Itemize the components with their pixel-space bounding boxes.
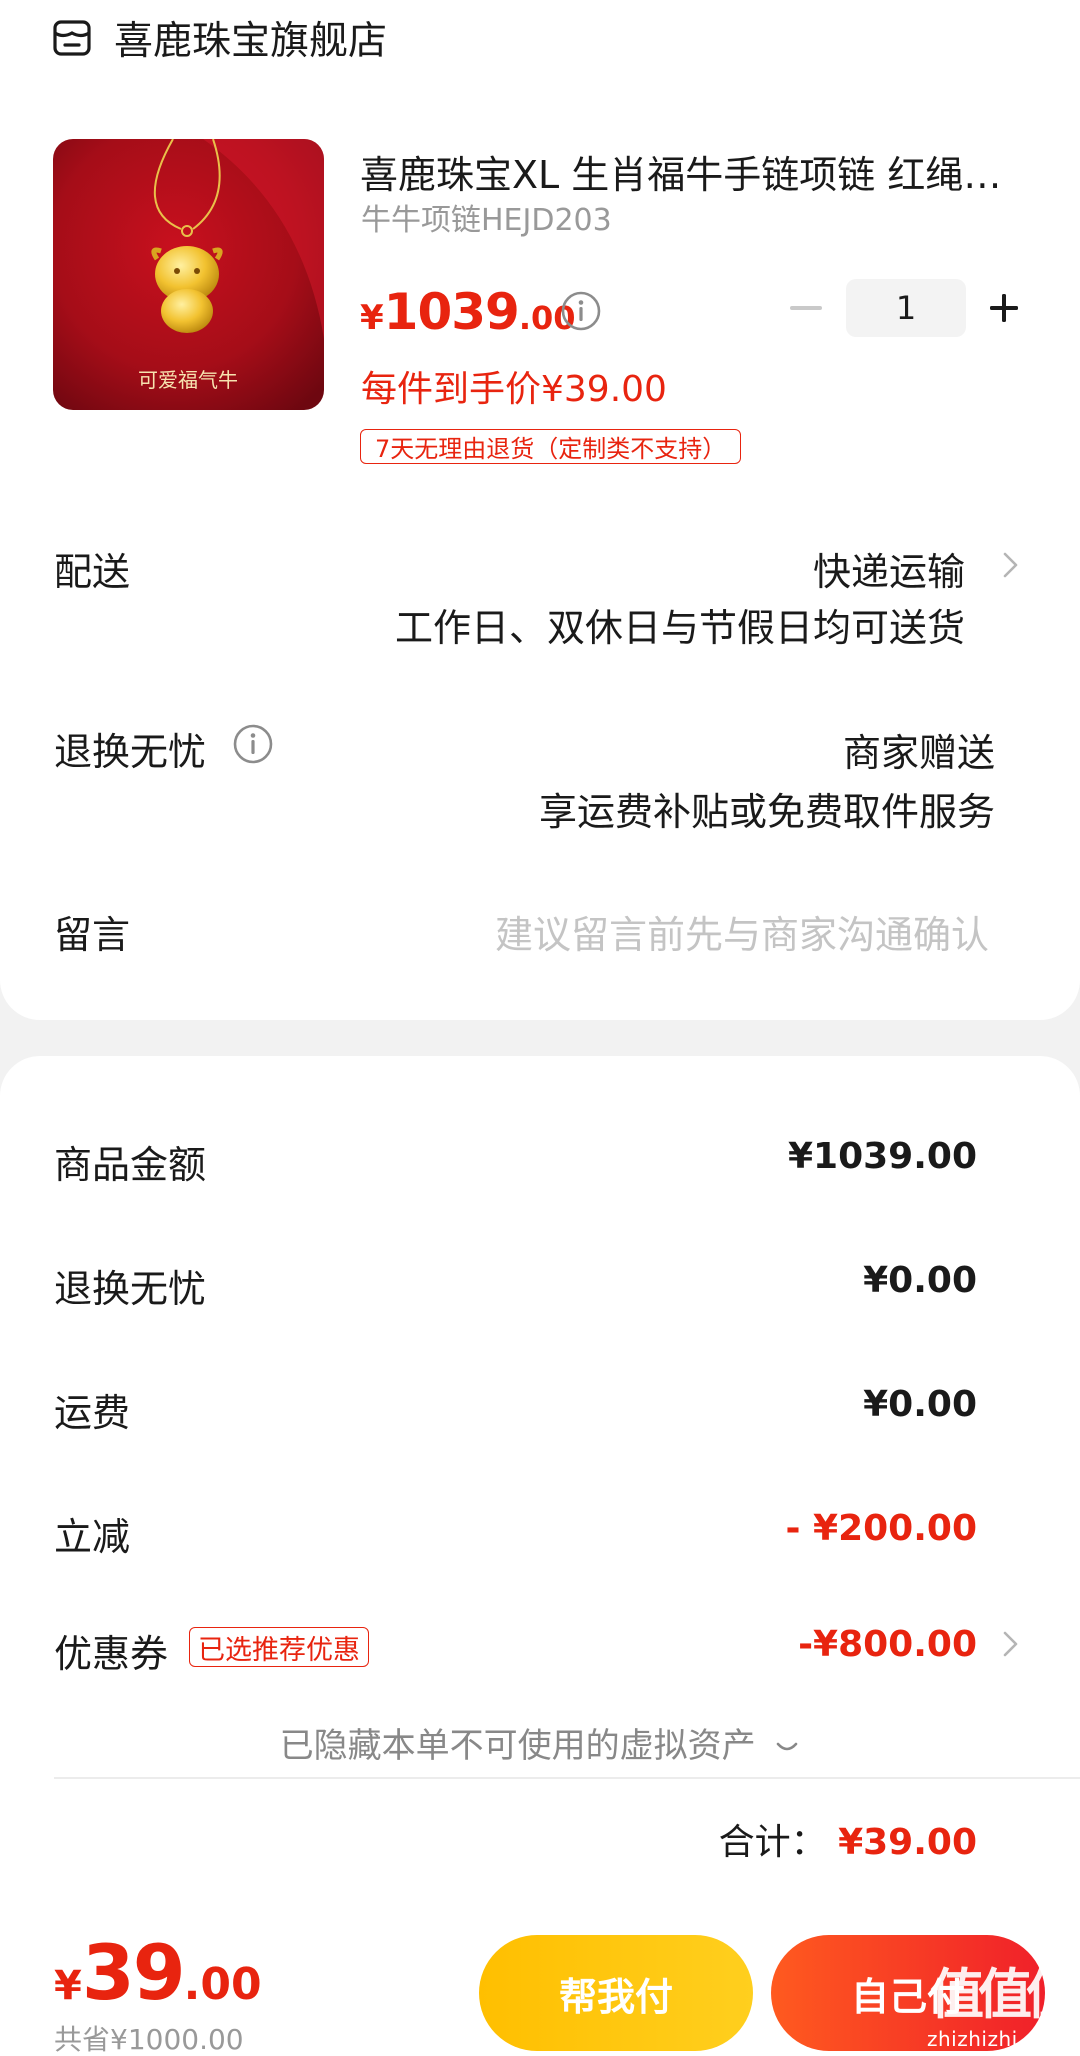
store-icon	[53, 20, 91, 56]
unit-final-price: 每件到手价¥39.00	[361, 369, 667, 410]
coupon-chevron-right-icon[interactable]	[1000, 1627, 1022, 1661]
product-photo: 可爱福气牛	[53, 139, 324, 410]
worry-free-fee-label: 退换无忧	[54, 1267, 207, 1311]
product-image[interactable]: 可爱福气牛	[53, 139, 324, 410]
help-me-pay-button[interactable]: 帮我付	[479, 1935, 753, 2051]
store-row[interactable]: 喜鹿珠宝旗舰店	[52, 14, 387, 64]
hidden-assets-text: 已隐藏本单不可使用的虚拟资产	[279, 1726, 756, 1766]
delivery-note: 工作日、双休日与节假日均可送货	[394, 606, 965, 650]
minus-icon	[790, 306, 822, 310]
hidden-assets-toggle[interactable]: 已隐藏本单不可使用的虚拟资产	[0, 1718, 1080, 1767]
shipping-value: ¥0.00	[863, 1384, 977, 1425]
message-input[interactable]: 建议留言前先与商家沟通确认	[495, 904, 989, 959]
payable-integer: 39	[81, 1928, 186, 2017]
worry-free-fee-value: ¥0.00	[863, 1260, 977, 1301]
summary-divider	[54, 1777, 1080, 1779]
coupon-value[interactable]: -¥800.00	[798, 1624, 977, 1665]
watermark-url: zhizhizhi.com	[927, 2027, 1069, 2051]
price-integer: 1039	[383, 283, 520, 341]
product-title[interactable]: 喜鹿珠宝XL 生肖福牛手链项链 红绳手链 足金	[360, 144, 1020, 199]
product-sku[interactable]: 牛牛项链HEJD203	[361, 195, 612, 239]
total-row: 合计： ¥39.00	[719, 1813, 977, 1865]
delivery-label: 配送	[54, 550, 131, 594]
plus-icon	[990, 294, 1018, 322]
total-saved: 共省¥1000.00	[54, 2023, 244, 2056]
product-price: ¥ 1039 .00	[360, 283, 576, 341]
message-label: 留言	[54, 913, 131, 957]
price-info-icon[interactable]	[560, 290, 602, 332]
order-card: 喜鹿珠宝旗舰店 可爱福气牛 喜鹿珠宝XL 生肖福牛手链项链 红绳手 牛牛项链HE…	[0, 0, 1080, 1020]
shipping-label: 运费	[54, 1391, 131, 1435]
goods-amount-label: 商品金额	[54, 1143, 207, 1187]
return-policy-tag: 7天无理由退货（定制类不支持）	[360, 429, 742, 464]
payable-decimal: .00	[183, 1959, 262, 2010]
instant-discount-label: 立减	[54, 1515, 131, 1559]
product-image-caption: 可爱福气牛	[138, 368, 238, 392]
total-value: ¥39.00	[838, 1822, 977, 1863]
quantity-decrease-button[interactable]	[788, 287, 824, 329]
delivery-chevron-right-icon[interactable]	[1000, 548, 1022, 582]
goods-amount-value: ¥1039.00	[787, 1136, 977, 1177]
worry-free-value: 商家赠送	[842, 731, 995, 775]
worry-free-info-icon[interactable]	[232, 723, 274, 765]
quantity-increase-button[interactable]	[984, 287, 1024, 329]
payable-amount: ¥ 39 .00	[54, 1928, 262, 2017]
total-label: 合计：	[718, 1822, 827, 1863]
payable-currency: ¥	[54, 1963, 82, 2009]
instant-discount-value: - ¥200.00	[785, 1508, 977, 1549]
price-currency: ¥	[360, 298, 384, 338]
coupon-label[interactable]: 优惠券	[54, 1623, 168, 1678]
worry-free-label: 退换无忧	[54, 730, 207, 774]
watermark-logo: 值值值	[930, 1963, 1080, 2026]
coupon-selected-tag[interactable]: 已选推荐优惠	[189, 1627, 369, 1667]
quantity-input[interactable]: 1	[846, 279, 966, 337]
store-name: 喜鹿珠宝旗舰店	[114, 19, 388, 64]
worry-free-note: 享运费补贴或免费取件服务	[538, 790, 995, 834]
chevron-down-icon	[777, 1742, 798, 1750]
delivery-method[interactable]: 快递运输	[813, 541, 965, 596]
